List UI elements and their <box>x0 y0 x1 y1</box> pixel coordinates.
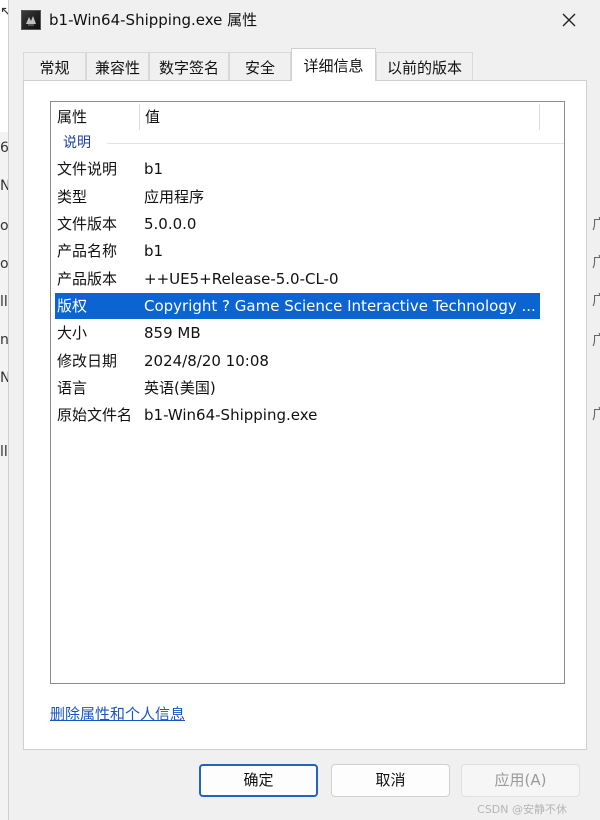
property-row[interactable]: 大小 859 MB <box>55 320 540 346</box>
background-fragment: ll <box>0 444 8 460</box>
property-row[interactable]: 产品版本 ++UE5+Release-5.0-CL-0 <box>55 266 540 292</box>
property-row[interactable]: 类型 应用程序 <box>55 184 540 210</box>
tab-general[interactable]: 常规 <box>23 52 86 80</box>
tab-previous-versions[interactable]: 以前的版本 <box>376 52 473 80</box>
background-fragment: 广 <box>592 293 600 309</box>
property-value: Copyright ? Game Science Interactive Tec… <box>144 297 536 315</box>
column-separator[interactable] <box>539 104 540 130</box>
property-row-selected[interactable]: 版权 Copyright ? Game Science Interactive … <box>55 293 540 319</box>
remove-properties-link[interactable]: 删除属性和个人信息 <box>50 703 185 724</box>
tab-digital-signatures[interactable]: 数字签名 <box>149 52 229 80</box>
tab-strip: 常规 兼容性 数字签名 安全 详细信息 以前的版本 <box>23 48 583 81</box>
properties-dialog: b1-Win64-Shipping.exe 属性 常规 兼容性 数字签名 安全 … <box>8 0 600 820</box>
property-name: 语言 <box>57 379 88 397</box>
close-icon <box>562 13 576 27</box>
app-icon <box>21 10 41 30</box>
property-value: 2024/8/20 10:08 <box>144 352 269 370</box>
property-row[interactable]: 原始文件名 b1-Win64-Shipping.exe <box>55 402 540 428</box>
property-name: 产品版本 <box>57 270 118 288</box>
property-value: 859 MB <box>144 324 201 342</box>
property-name: 产品名称 <box>57 242 118 260</box>
group-divider <box>107 143 564 144</box>
property-value: b1 <box>144 160 164 178</box>
property-value: 英语(美国) <box>144 379 216 397</box>
title-bar: b1-Win64-Shipping.exe 属性 <box>9 0 600 40</box>
property-row[interactable]: 产品名称 b1 <box>55 238 540 264</box>
tab-security[interactable]: 安全 <box>229 52 291 80</box>
background-fragment: 广 <box>592 333 600 349</box>
property-name: 文件说明 <box>57 160 118 178</box>
property-row[interactable]: 修改日期 2024/8/20 10:08 <box>55 348 540 374</box>
tab-details[interactable]: 详细信息 <box>291 48 376 81</box>
watermark: CSDN @安静不休 <box>477 803 567 816</box>
property-name: 大小 <box>57 324 88 342</box>
background-fragment: 广 <box>592 217 600 233</box>
property-value: b1 <box>144 242 164 260</box>
property-name: 修改日期 <box>57 352 118 370</box>
property-value: 5.0.0.0 <box>144 215 197 233</box>
ok-button[interactable]: 确定 <box>199 764 318 797</box>
property-row[interactable]: 文件说明 b1 <box>55 156 540 182</box>
column-header-property[interactable]: 属性 <box>51 102 139 132</box>
property-row[interactable]: 语言 英语(美国) <box>55 375 540 401</box>
close-button[interactable] <box>555 6 583 34</box>
property-name: 原始文件名 <box>57 406 133 424</box>
cancel-button[interactable]: 取消 <box>331 764 450 797</box>
apply-button: 应用(A) <box>461 764 580 797</box>
property-value: ++UE5+Release-5.0-CL-0 <box>144 270 339 288</box>
tab-compatibility[interactable]: 兼容性 <box>86 52 149 80</box>
window-title: b1-Win64-Shipping.exe 属性 <box>49 11 258 29</box>
property-value: 应用程序 <box>144 188 205 206</box>
background-fragment: 广 <box>592 255 600 271</box>
property-name: 类型 <box>57 188 88 206</box>
background-fragment: 广 <box>592 407 600 423</box>
background-fragment: ll <box>0 294 8 310</box>
list-header: 属性 值 <box>51 102 564 132</box>
property-name: 版权 <box>57 297 88 315</box>
details-list[interactable]: 属性 值 说明 文件说明 b1 类型 应用程序 文件版本 5.0.0.0 产品名… <box>50 101 565 684</box>
property-row[interactable]: 文件版本 5.0.0.0 <box>55 211 540 237</box>
details-panel: 属性 值 说明 文件说明 b1 类型 应用程序 文件版本 5.0.0.0 产品名… <box>23 80 587 750</box>
column-header-value[interactable]: 值 <box>139 102 539 132</box>
property-value: b1-Win64-Shipping.exe <box>144 406 318 424</box>
property-name: 文件版本 <box>57 215 118 233</box>
group-header-description: 说明 <box>63 135 91 151</box>
